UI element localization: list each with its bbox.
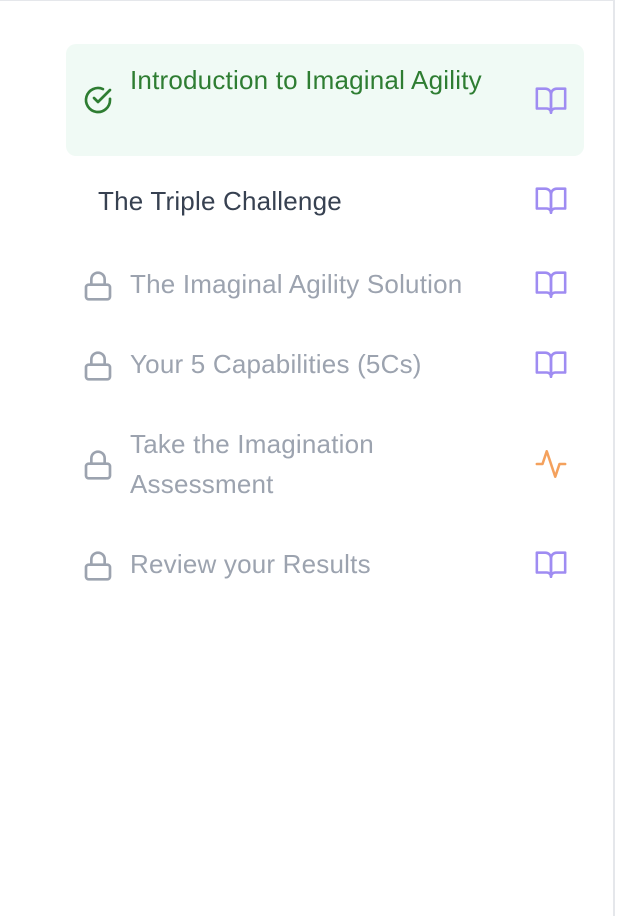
lesson-title: Review your Results: [130, 549, 371, 579]
lock-icon: [82, 449, 114, 481]
lesson-item-five-capabilities[interactable]: Your 5 Capabilities (5Cs): [66, 324, 584, 404]
activity-icon: [534, 447, 568, 481]
lesson-title: The Triple Challenge: [98, 186, 342, 216]
lesson-item-review-results[interactable]: Review your Results: [66, 524, 584, 604]
lock-icon: [82, 270, 114, 302]
lesson-item-triple-challenge[interactable]: The Triple Challenge: [66, 156, 584, 244]
lesson-item-imaginal-agility-solution[interactable]: The Imaginal Agility Solution: [66, 244, 584, 324]
lesson-title: Introduction to Imaginal Agility: [130, 65, 482, 95]
book-open-icon: [534, 183, 568, 217]
lesson-title: Your 5 Capabilities (5Cs): [130, 349, 422, 379]
book-open-icon: [534, 347, 568, 381]
lesson-title: Take the Imagination Assessment: [130, 429, 374, 499]
lesson-title: The Imaginal Agility Solution: [130, 269, 463, 299]
book-open-icon: [534, 267, 568, 301]
lesson-sidebar: Introduction to Imaginal Agility The Tri…: [0, 0, 615, 916]
lesson-item-introduction[interactable]: Introduction to Imaginal Agility: [66, 44, 584, 156]
lesson-item-imagination-assessment[interactable]: Take the Imagination Assessment: [66, 404, 584, 524]
book-open-icon: [534, 83, 568, 117]
lesson-list: Introduction to Imaginal Agility The Tri…: [66, 44, 584, 604]
check-circle-icon: [82, 84, 114, 116]
lock-icon: [82, 350, 114, 382]
book-open-icon: [534, 547, 568, 581]
lock-icon: [82, 550, 114, 582]
